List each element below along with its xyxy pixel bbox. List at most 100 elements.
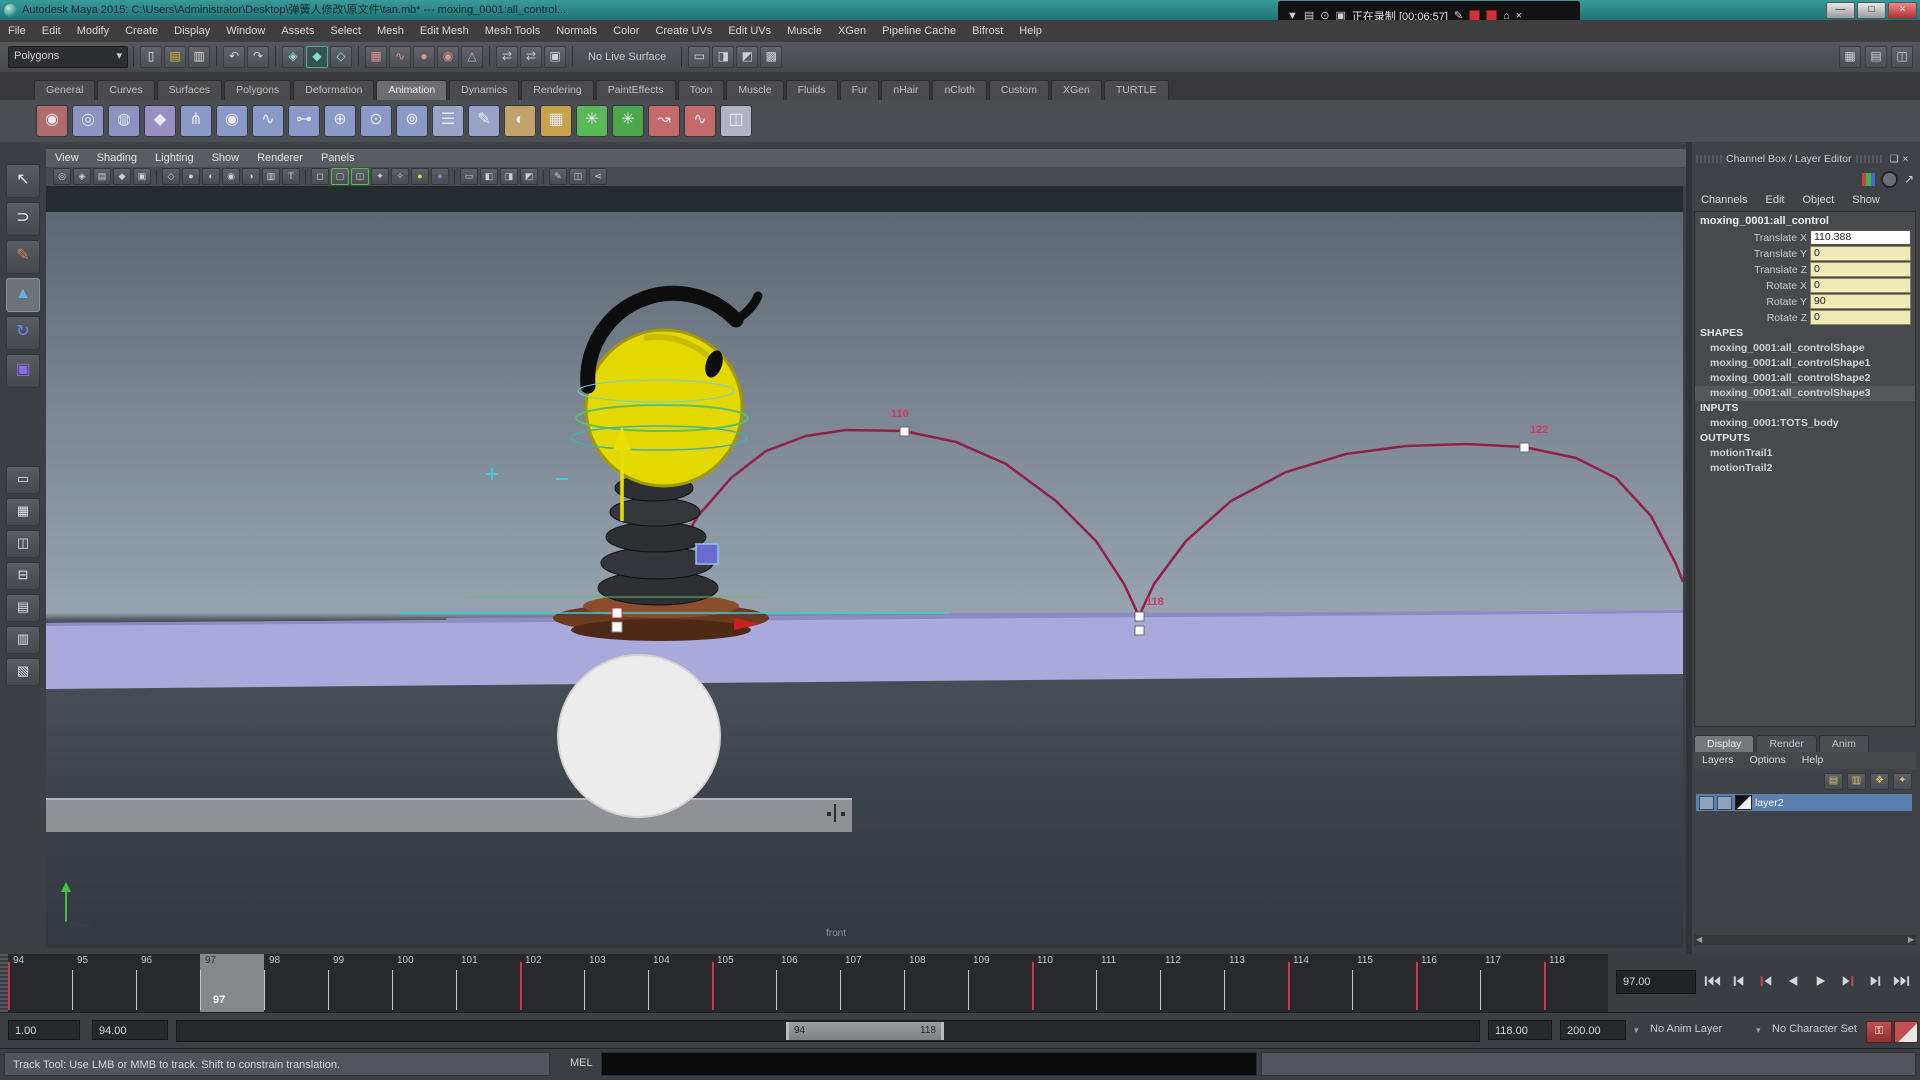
constrain-orient-icon[interactable]: ⊚ bbox=[396, 105, 428, 137]
render-current-frame-icon[interactable]: ◨ bbox=[712, 46, 734, 68]
anim-layer-selector[interactable]: No Anim Layer bbox=[1650, 1023, 1722, 1035]
channel-node-row[interactable]: moxing_0001:all_controlShape1 bbox=[1695, 356, 1915, 371]
channel-box-menu-item[interactable]: Show bbox=[1843, 191, 1889, 209]
shelf-tab[interactable]: PaintEffects bbox=[596, 80, 676, 100]
two-pane-stacked-layout-icon[interactable]: ⊟ bbox=[6, 562, 40, 590]
timeline-frame[interactable]: 95 bbox=[72, 954, 136, 1012]
menu-item[interactable]: Select bbox=[322, 20, 369, 42]
snap-to-grid-icon[interactable]: ▦ bbox=[365, 46, 387, 68]
layer-display-type-swatch[interactable] bbox=[1735, 795, 1752, 810]
timeline-frame[interactable]: 103 bbox=[584, 954, 648, 1012]
channel-node-row[interactable]: motionTrail1 bbox=[1695, 446, 1915, 461]
menu-item[interactable]: Display bbox=[166, 20, 218, 42]
timeline-frame[interactable]: 111 bbox=[1096, 954, 1160, 1012]
select-tool-icon[interactable]: ↖ bbox=[6, 164, 40, 198]
channel-node-row[interactable]: moxing_0001:all_controlShape bbox=[1695, 341, 1915, 356]
timeline-frame[interactable]: 102 bbox=[520, 954, 584, 1012]
timeline-frame[interactable]: 114 bbox=[1288, 954, 1352, 1012]
lasso-tool-icon[interactable]: ⊃ bbox=[6, 202, 40, 236]
layer-editor-menu-item[interactable]: Help bbox=[1794, 752, 1832, 769]
construction-history-icon[interactable]: ▣ bbox=[544, 46, 566, 68]
menu-item[interactable]: Bifrost bbox=[964, 20, 1011, 42]
lighting-icon[interactable]: ◉ bbox=[222, 168, 240, 185]
show-grid-icon[interactable]: ▦ bbox=[1839, 46, 1861, 68]
toolbar-icon[interactable] bbox=[572, 46, 573, 66]
go-to-start-button[interactable] bbox=[1700, 968, 1725, 993]
bookmark-icon[interactable]: ◆ bbox=[113, 168, 131, 185]
hyperbolic-slider-icon[interactable]: ↗ bbox=[1904, 172, 1914, 186]
step-forward-key-button[interactable] bbox=[1835, 968, 1860, 993]
new-scene-icon[interactable]: ▯ bbox=[140, 46, 162, 68]
sidebar-toggle-icon[interactable]: ◫ bbox=[1891, 46, 1913, 68]
layer-editor-menu-item[interactable]: Layers bbox=[1694, 752, 1742, 769]
timeline-frame[interactable]: 104 bbox=[648, 954, 712, 1012]
shelf-tab[interactable]: General bbox=[34, 80, 95, 100]
layer-row[interactable]: layer2 bbox=[1696, 794, 1912, 811]
open-render-view-icon[interactable]: ▭ bbox=[688, 46, 710, 68]
multi-pane-icon[interactable]: ◫ bbox=[569, 168, 587, 185]
timeline-frame[interactable]: 117 bbox=[1480, 954, 1544, 1012]
channel-object-name[interactable]: moxing_0001:all_control bbox=[1695, 212, 1915, 229]
animation-end-field[interactable]: 200.00 bbox=[1560, 1020, 1626, 1040]
resolution-gate-icon[interactable]: ▭ bbox=[460, 168, 478, 185]
shelf-tab[interactable]: nCloth bbox=[932, 80, 986, 100]
panel-grip[interactable] bbox=[1696, 155, 1722, 163]
channel-node-row[interactable]: moxing_0001:all_controlShape2 bbox=[1695, 371, 1915, 386]
textured-icon[interactable]: ◐ bbox=[202, 168, 220, 185]
speed-state-icon[interactable] bbox=[1881, 171, 1898, 188]
timeline-frame[interactable]: 107 bbox=[840, 954, 904, 1012]
output-connections-icon[interactable]: ⇄ bbox=[520, 46, 542, 68]
menu-item[interactable]: Create UVs bbox=[647, 20, 720, 42]
timeline-frame[interactable]: 101 bbox=[456, 954, 520, 1012]
shelf-tab[interactable]: Fur bbox=[840, 80, 880, 100]
animation-start-field[interactable]: 1.00 bbox=[8, 1020, 80, 1040]
select-camera-icon[interactable]: ◎ bbox=[53, 168, 71, 185]
field-chart-icon[interactable]: ◨ bbox=[500, 168, 518, 185]
channel-attribute-value[interactable]: 0 bbox=[1810, 310, 1911, 325]
panel-toolbar-icon[interactable] bbox=[543, 170, 544, 184]
panel-toolbar-icon[interactable] bbox=[156, 170, 157, 184]
timeline-frame[interactable]: 115 bbox=[1352, 954, 1416, 1012]
channel-attribute-label[interactable]: Translate Y bbox=[1695, 248, 1810, 260]
shelf-tab[interactable]: TURTLE bbox=[1104, 80, 1169, 100]
shelf-tab[interactable]: Custom bbox=[989, 80, 1049, 100]
menu-item[interactable]: File bbox=[0, 20, 34, 42]
paint-selection-tool-icon[interactable]: ✎ bbox=[6, 240, 40, 274]
timeline-frame[interactable]: 106 bbox=[776, 954, 840, 1012]
panel-menu-item[interactable]: Shading bbox=[88, 152, 146, 164]
layer-editor-menu-item[interactable]: Options bbox=[1742, 752, 1794, 769]
camera-attributes-icon[interactable]: ▤ bbox=[93, 168, 111, 185]
panel-menu-item[interactable]: Show bbox=[203, 152, 249, 164]
toolbox-toggle-icon[interactable]: ▤ bbox=[1865, 46, 1887, 68]
persp-outliner-layout-icon[interactable]: ▤ bbox=[6, 594, 40, 622]
shelf-tab[interactable]: nHair bbox=[881, 80, 930, 100]
share-icon[interactable]: ⋖ bbox=[589, 168, 607, 185]
blend-shape-icon[interactable]: ◐ bbox=[504, 105, 536, 137]
snap-to-plane-icon[interactable]: ◉ bbox=[437, 46, 459, 68]
layer-editor-tab[interactable]: Display bbox=[1694, 735, 1754, 752]
chevron-down-icon[interactable]: ▾ bbox=[1634, 1025, 1639, 1036]
image-plane-icon[interactable]: ▣ bbox=[133, 168, 151, 185]
toolbar-icon[interactable] bbox=[489, 46, 490, 66]
wireframe-icon[interactable]: ◇ bbox=[162, 168, 180, 185]
channel-attribute-label[interactable]: Rotate Y bbox=[1695, 296, 1810, 308]
snapshot-icon[interactable]: ◫ bbox=[720, 105, 752, 137]
paint-weights-icon[interactable]: ✎ bbox=[468, 105, 500, 137]
channel-attribute-value[interactable]: 90 bbox=[1810, 294, 1911, 309]
step-back-frame-button[interactable] bbox=[1727, 968, 1752, 993]
close-button[interactable]: × bbox=[1888, 2, 1917, 19]
selection-mask-dropdown[interactable]: Polygons ▾ bbox=[8, 46, 128, 68]
layer-editor-tab[interactable]: Render bbox=[1756, 735, 1816, 752]
timeline-frame[interactable]: 110 bbox=[1032, 954, 1096, 1012]
film-gate-icon[interactable]: ◧ bbox=[480, 168, 498, 185]
command-line-mode-label[interactable]: MEL bbox=[570, 1057, 593, 1069]
play-forwards-button[interactable] bbox=[1808, 968, 1833, 993]
menu-item[interactable]: Modify bbox=[69, 20, 117, 42]
shelf-tab[interactable]: Surfaces bbox=[157, 80, 222, 100]
float-panel-icon[interactable]: ❏ bbox=[1890, 154, 1899, 165]
scale-tool-icon[interactable]: ▣ bbox=[6, 354, 40, 388]
motion-trail-icon[interactable]: ∿ bbox=[684, 105, 716, 137]
timeline-frame[interactable]: 105 bbox=[712, 954, 776, 1012]
menu-item[interactable]: Edit bbox=[34, 20, 69, 42]
make-live-icon[interactable]: △ bbox=[461, 46, 483, 68]
